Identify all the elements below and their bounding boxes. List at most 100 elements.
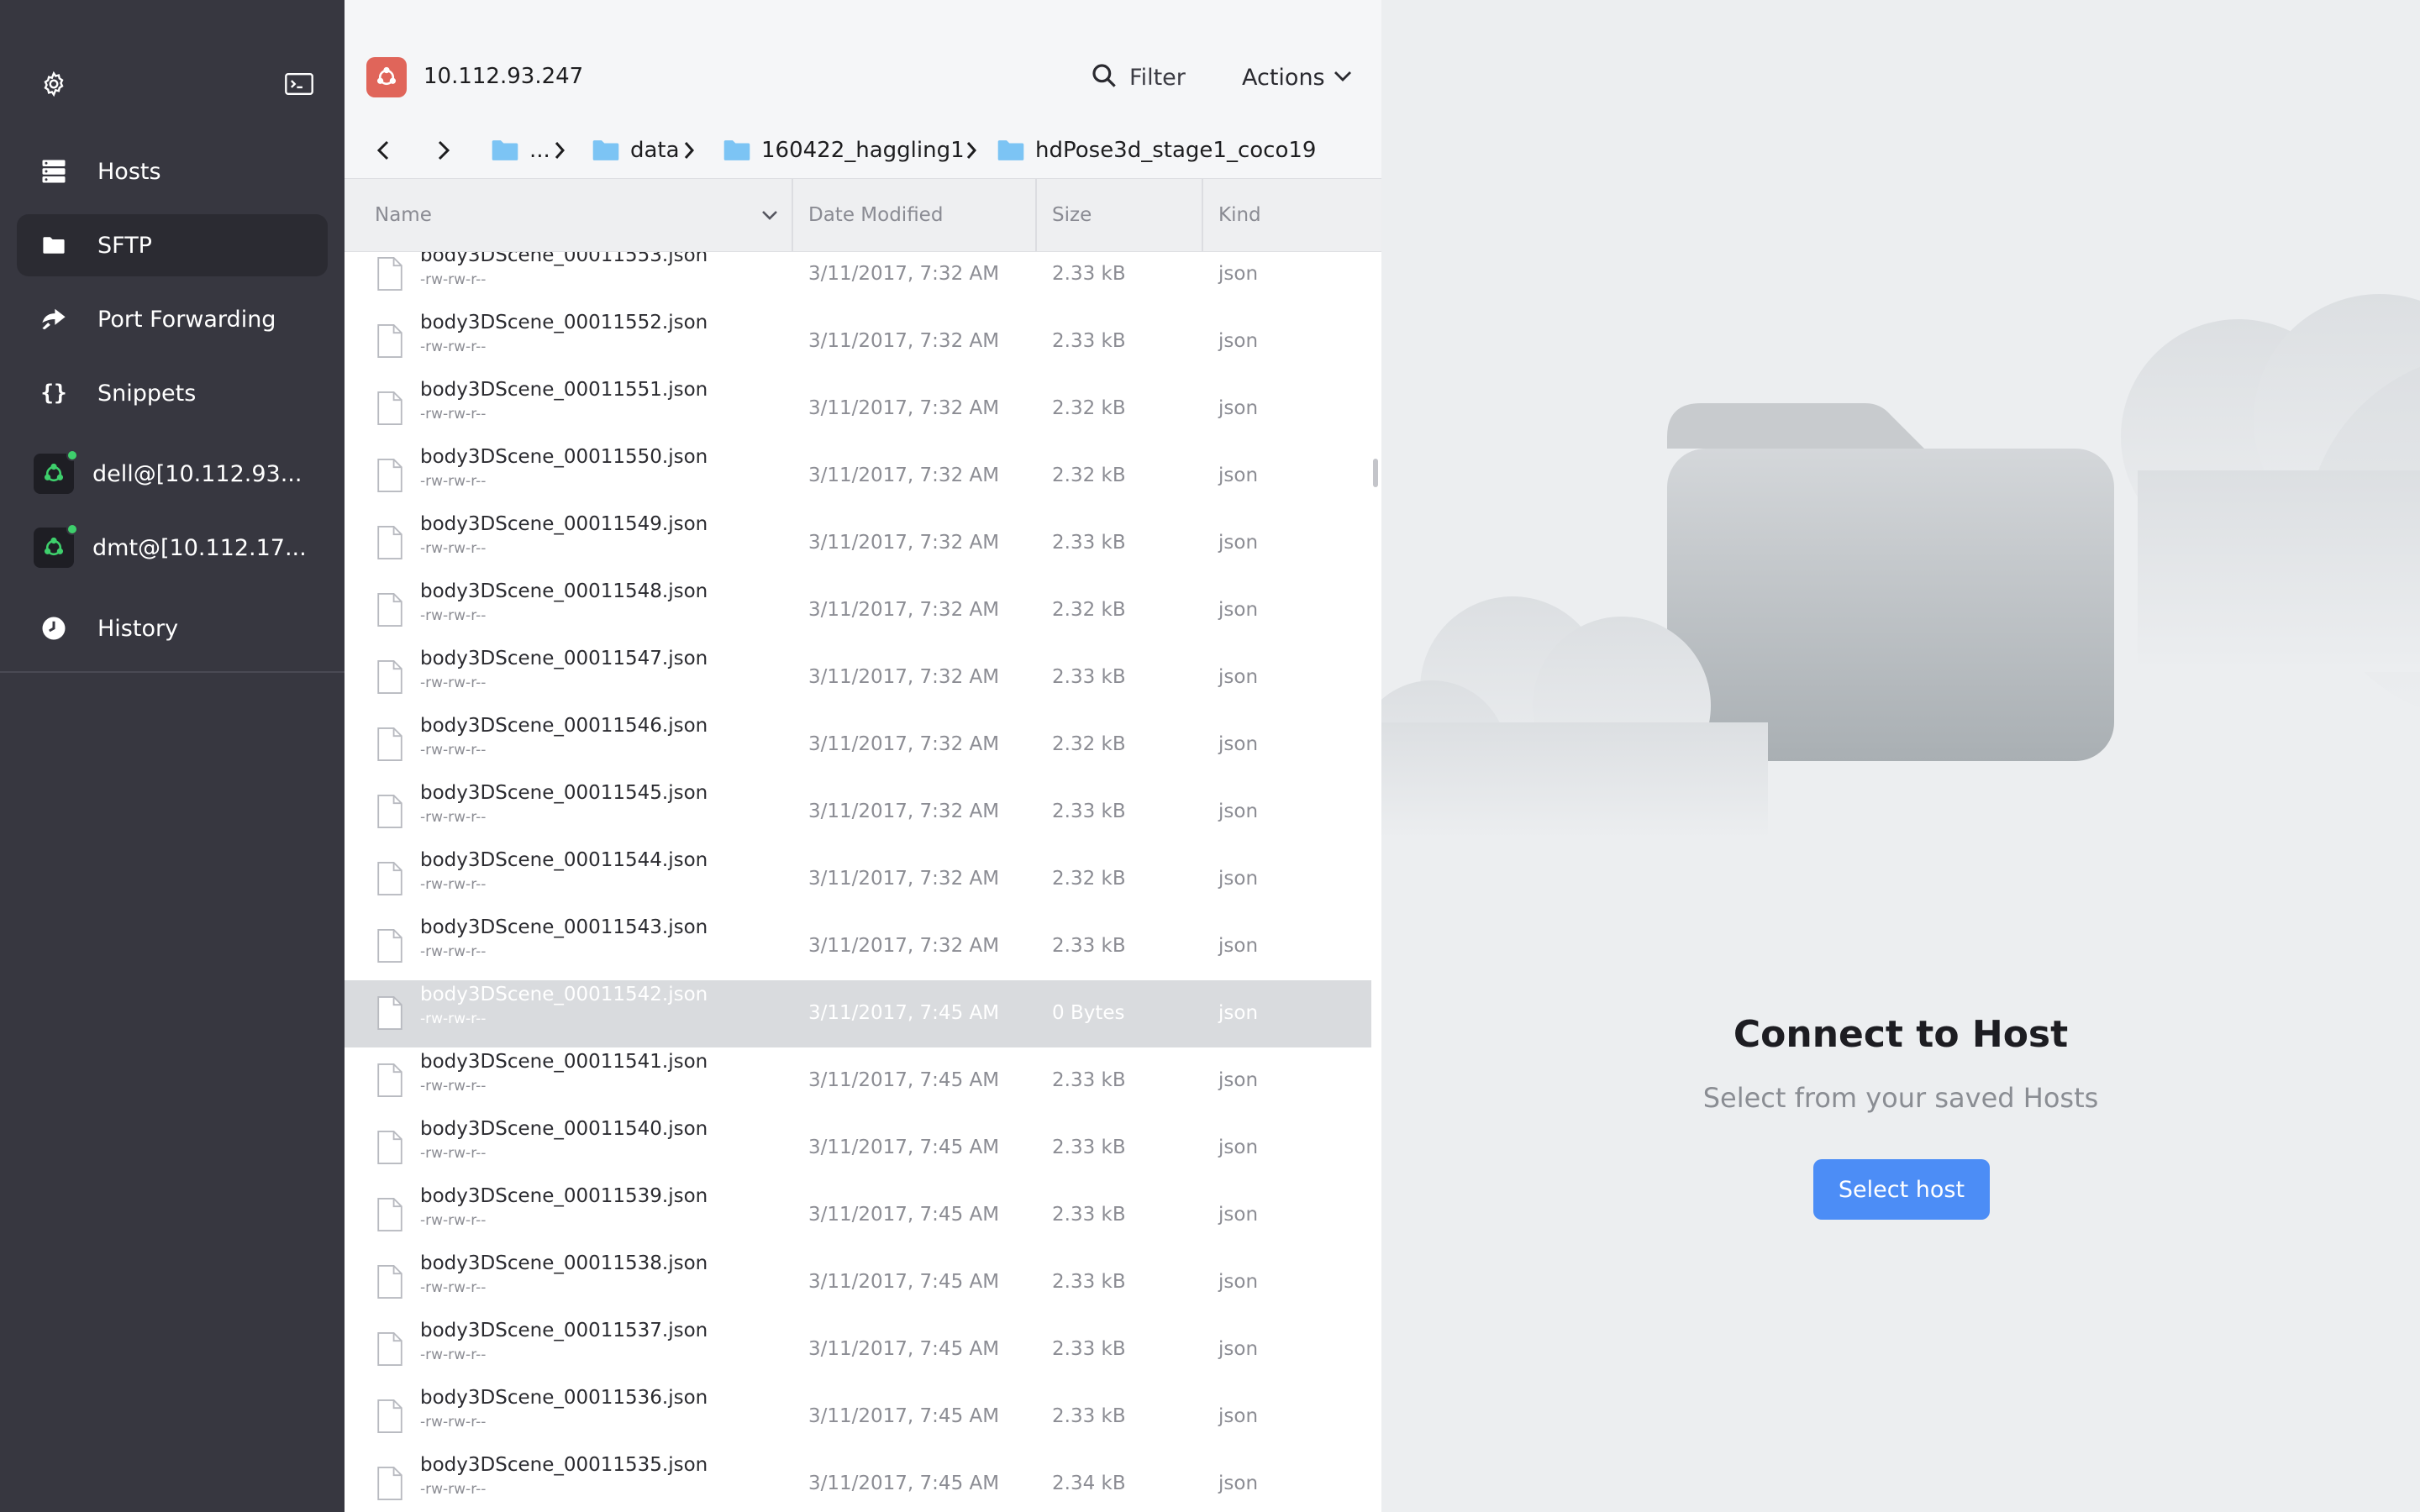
sidebar-item-hosts[interactable]: Hosts (17, 140, 328, 202)
file-row[interactable]: body3DScene_00011537.json -rw-rw-r-- 3/11/… (345, 1316, 1371, 1383)
file-size: 2.33 kB (1052, 666, 1126, 688)
file-permissions: -rw-rw-r-- (420, 675, 487, 691)
file-name: body3DScene_00011536.json (420, 1387, 708, 1409)
sidebar-item-snippets[interactable]: {} Snippets (17, 362, 328, 424)
file-row[interactable]: body3DScene_00011543.json -rw-rw-r-- 3/11/… (345, 913, 1371, 980)
breadcrumb-item-haggling[interactable]: 160422_haggling1 (723, 131, 965, 170)
sort-chevron-down-icon[interactable] (761, 179, 778, 251)
actions-dropdown[interactable]: Actions (1242, 59, 1352, 96)
file-name: body3DScene_00011537.json (420, 1320, 708, 1341)
file-permissions: -rw-rw-r-- (420, 1279, 487, 1296)
column-header-date[interactable]: Date Modified (808, 179, 943, 251)
file-name: body3DScene_00011535.json (420, 1454, 708, 1476)
file-permissions: -rw-rw-r-- (420, 1078, 487, 1095)
terminal-icon[interactable] (282, 67, 316, 101)
select-host-button[interactable]: Select host (1813, 1159, 1990, 1220)
file-size: 2.32 kB (1052, 868, 1126, 890)
file-date: 3/11/2017, 7:32 AM (808, 330, 1000, 352)
file-size: 2.32 kB (1052, 397, 1126, 419)
column-header-size[interactable]: Size (1052, 179, 1092, 251)
back-button[interactable] (366, 131, 400, 170)
file-kind: json (1218, 465, 1259, 486)
file-row[interactable]: body3DScene_00011549.json -rw-rw-r-- 3/11/… (345, 510, 1371, 577)
column-header-name[interactable]: Name (375, 179, 432, 251)
filter-label: Filter (1129, 64, 1186, 91)
file-icon (376, 1063, 403, 1101)
file-row[interactable]: body3DScene_00011542.json -rw-rw-r-- 3/11/… (345, 980, 1371, 1047)
breadcrumb-item-data[interactable]: data (592, 131, 680, 170)
file-row[interactable]: body3DScene_00011548.json -rw-rw-r-- 3/11/… (345, 577, 1371, 644)
file-row[interactable]: body3DScene_00011547.json -rw-rw-r-- 3/11/… (345, 644, 1371, 711)
breadcrumb: ... data 160422_haggling1 hdPose3d_stage… (345, 131, 1381, 170)
sidebar-divider (0, 671, 345, 673)
file-kind: json (1218, 599, 1259, 621)
sidebar-item-label: Snippets (97, 380, 197, 407)
file-date: 3/11/2017, 7:32 AM (808, 532, 1000, 554)
sidebar-item-history[interactable]: History (17, 597, 328, 659)
file-permissions: -rw-rw-r-- (420, 1414, 487, 1431)
file-permissions: -rw-rw-r-- (420, 809, 487, 826)
file-date: 3/11/2017, 7:45 AM (808, 1473, 1000, 1494)
file-size: 2.33 kB (1052, 1271, 1126, 1293)
file-row[interactable]: body3DScene_00011552.json -rw-rw-r-- 3/11/… (345, 308, 1371, 375)
sidebar-item-host-dell[interactable]: dell@[10.112.93... (17, 443, 328, 505)
forward-button[interactable] (427, 131, 460, 170)
file-kind: json (1218, 1473, 1259, 1494)
file-kind: json (1218, 1271, 1259, 1293)
column-header-kind[interactable]: Kind (1218, 179, 1261, 251)
file-row[interactable]: body3DScene_00011553.json -rw-rw-r-- 3/11/… (345, 252, 1371, 308)
file-date: 3/11/2017, 7:32 AM (808, 397, 1000, 419)
file-row[interactable]: body3DScene_00011550.json -rw-rw-r-- 3/11/… (345, 443, 1371, 510)
column-divider[interactable] (792, 179, 793, 251)
chevron-down-icon (1334, 70, 1352, 86)
file-size: 2.33 kB (1052, 1405, 1126, 1427)
file-list: body3DScene_00011553.json -rw-rw-r-- 3/11/… (345, 252, 1371, 1512)
sftp-toolbar: 10.112.93.247 Filter Actions ... data 16… (345, 0, 1381, 178)
sftp-file-pane: 10.112.93.247 Filter Actions ... data 16… (345, 0, 1381, 1512)
sidebar-item-sftp[interactable]: SFTP (17, 214, 328, 276)
column-divider[interactable] (1035, 179, 1037, 251)
sidebar-item-label: SFTP (97, 232, 152, 259)
file-name: body3DScene_00011542.json (420, 984, 708, 1005)
file-row[interactable]: body3DScene_00011551.json -rw-rw-r-- 3/11/… (345, 375, 1371, 443)
file-name: body3DScene_00011547.json (420, 648, 708, 669)
file-size: 2.32 kB (1052, 465, 1126, 486)
file-permissions: -rw-rw-r-- (420, 473, 487, 490)
file-kind: json (1218, 801, 1259, 822)
file-date: 3/11/2017, 7:45 AM (808, 1271, 1000, 1293)
file-kind: json (1218, 666, 1259, 688)
file-permissions: -rw-rw-r-- (420, 339, 487, 355)
filter-button[interactable]: Filter (1091, 59, 1186, 96)
hosts-icon (39, 156, 69, 186)
file-row[interactable]: body3DScene_00011541.json -rw-rw-r-- 3/11/… (345, 1047, 1371, 1115)
file-kind: json (1218, 1069, 1259, 1091)
file-icon (376, 1399, 403, 1437)
file-row[interactable]: body3DScene_00011546.json -rw-rw-r-- 3/11/… (345, 711, 1371, 779)
file-row[interactable]: body3DScene_00011538.json -rw-rw-r-- 3/11/… (345, 1249, 1371, 1316)
settings-gear-icon[interactable] (37, 67, 71, 101)
file-row[interactable]: body3DScene_00011535.json -rw-rw-r-- 3/11/… (345, 1451, 1371, 1512)
cloud-folder-illustration (1381, 294, 2420, 840)
file-row[interactable]: body3DScene_00011540.json -rw-rw-r-- 3/11/… (345, 1115, 1371, 1182)
file-row[interactable]: body3DScene_00011545.json -rw-rw-r-- 3/11/… (345, 779, 1371, 846)
breadcrumb-item-current[interactable]: hdPose3d_stage1_coco19 (997, 131, 1316, 170)
file-date: 3/11/2017, 7:32 AM (808, 666, 1000, 688)
file-size: 2.33 kB (1052, 1338, 1126, 1360)
file-size: 2.33 kB (1052, 935, 1126, 957)
folder-icon (592, 140, 619, 160)
breadcrumb-item-ellipsis[interactable]: ... (491, 131, 550, 170)
file-row[interactable]: body3DScene_00011544.json -rw-rw-r-- 3/11/… (345, 846, 1371, 913)
search-icon (1091, 62, 1118, 92)
file-row[interactable]: body3DScene_00011536.json -rw-rw-r-- 3/11/… (345, 1383, 1371, 1451)
sidebar-item-host-dmt[interactable]: dmt@[10.112.17... (17, 517, 328, 579)
file-row[interactable]: body3DScene_00011539.json -rw-rw-r-- 3/11/… (345, 1182, 1371, 1249)
file-icon (376, 1264, 403, 1303)
column-divider[interactable] (1202, 179, 1203, 251)
file-name: body3DScene_00011541.json (420, 1051, 708, 1073)
sidebar-item-port-forwarding[interactable]: Port Forwarding (17, 288, 328, 350)
file-size: 2.33 kB (1052, 1069, 1126, 1091)
file-kind: json (1218, 1204, 1259, 1226)
file-name: body3DScene_00011551.json (420, 379, 708, 401)
file-icon (376, 391, 403, 429)
scrollbar-thumb[interactable] (1373, 459, 1378, 487)
